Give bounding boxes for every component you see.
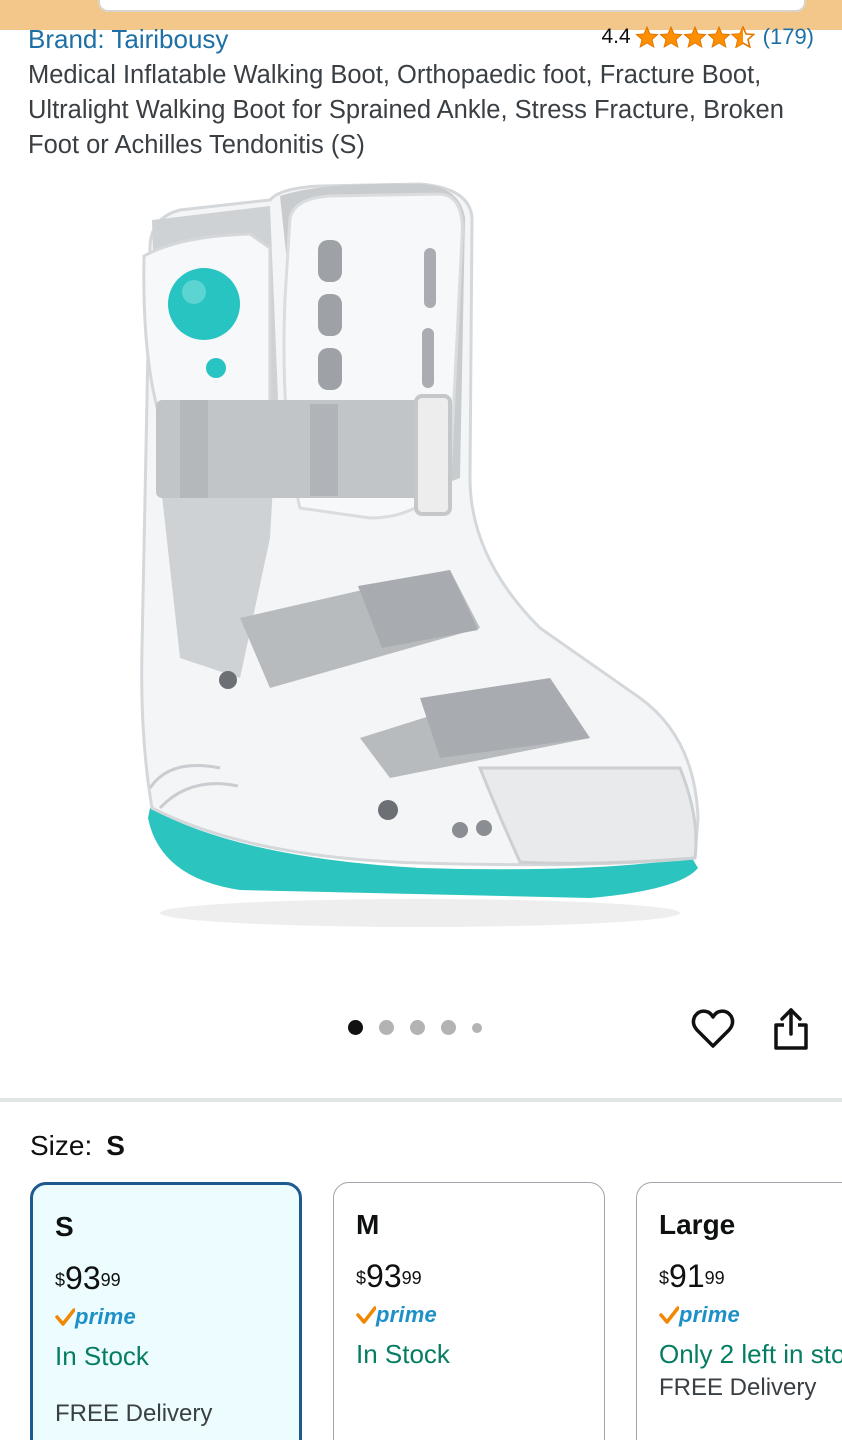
prime-check-icon	[659, 1306, 679, 1324]
size-option-price: $9399	[55, 1261, 277, 1295]
carousel-dot[interactable]	[472, 1022, 482, 1033]
carousel-dot[interactable]	[410, 1020, 425, 1035]
price-currency: $	[356, 1268, 367, 1288]
size-option-name: Large	[659, 1209, 736, 1240]
rating-count: (179)	[762, 24, 814, 49]
size-selected-value: S	[106, 1130, 125, 1161]
share-button[interactable]	[770, 1006, 812, 1052]
star-icon	[658, 26, 683, 48]
rating-value: 4.4	[601, 25, 631, 48]
prime-badge: prime	[659, 1301, 842, 1329]
size-options: S $9399 prime In Stock FREE Delivery M $…	[30, 1182, 842, 1440]
size-option-price: $9199	[659, 1259, 842, 1293]
size-option-s[interactable]: S $9399 prime In Stock FREE Delivery	[30, 1182, 302, 1440]
rating-summary[interactable]: 4.4 (179)	[601, 22, 814, 52]
size-option-name: S	[55, 1211, 74, 1242]
prime-badge: prime	[356, 1301, 582, 1329]
rating-stars	[634, 26, 755, 48]
section-divider	[0, 1098, 842, 1102]
prime-check-icon	[55, 1308, 75, 1326]
star-icon	[706, 26, 731, 48]
price-whole: 93	[65, 1260, 101, 1296]
half-star-icon	[730, 26, 755, 48]
carousel-dot[interactable]	[379, 1020, 394, 1035]
stock-status: In Stock	[55, 1341, 149, 1371]
carousel-dot-active[interactable]	[348, 1020, 363, 1035]
walking-boot-image	[140, 182, 700, 927]
size-option-large[interactable]: Large $9199 prime Only 2 left in stock. …	[636, 1182, 842, 1440]
price-cents: 99	[100, 1270, 121, 1290]
stock-status: Only 2 left in stock.	[659, 1339, 842, 1369]
price-cents: 99	[401, 1268, 422, 1288]
size-label-text: Size:	[30, 1130, 93, 1161]
size-selector-label: Size: S	[30, 1130, 125, 1162]
star-icon	[682, 26, 707, 48]
delivery-info: FREE Delivery	[659, 1374, 817, 1401]
share-icon	[774, 1008, 808, 1050]
delivery-info: FREE Delivery	[55, 1400, 213, 1427]
prime-badge: prime	[55, 1303, 277, 1331]
brand-rating-row: Brand: Tairibousy 4.4 (179)	[28, 22, 818, 56]
size-option-name: M	[356, 1209, 380, 1240]
carousel-dot[interactable]	[441, 1020, 456, 1035]
search-input[interactable]	[98, 0, 806, 12]
price-whole: 91	[669, 1258, 705, 1294]
image-carousel-dots[interactable]	[348, 1020, 498, 1035]
prime-text: prime	[75, 1304, 136, 1329]
product-title: Medical Inflatable Walking Boot, Orthopa…	[28, 61, 784, 159]
price-cents: 99	[704, 1268, 725, 1288]
size-option-m[interactable]: M $9399 prime In Stock	[333, 1182, 605, 1440]
prime-check-icon	[356, 1306, 376, 1324]
wishlist-button[interactable]	[690, 1006, 736, 1052]
star-icon	[634, 26, 659, 48]
price-currency: $	[55, 1270, 66, 1290]
price-whole: 93	[366, 1258, 402, 1294]
stock-status: In Stock	[356, 1339, 450, 1369]
prime-text: prime	[679, 1302, 740, 1327]
heart-icon	[691, 1009, 735, 1048]
prime-text: prime	[376, 1302, 437, 1327]
size-option-price: $9399	[356, 1259, 582, 1293]
brand-link[interactable]: Brand: Tairibousy	[28, 24, 228, 55]
product-image[interactable]	[120, 178, 720, 948]
price-currency: $	[659, 1268, 670, 1288]
